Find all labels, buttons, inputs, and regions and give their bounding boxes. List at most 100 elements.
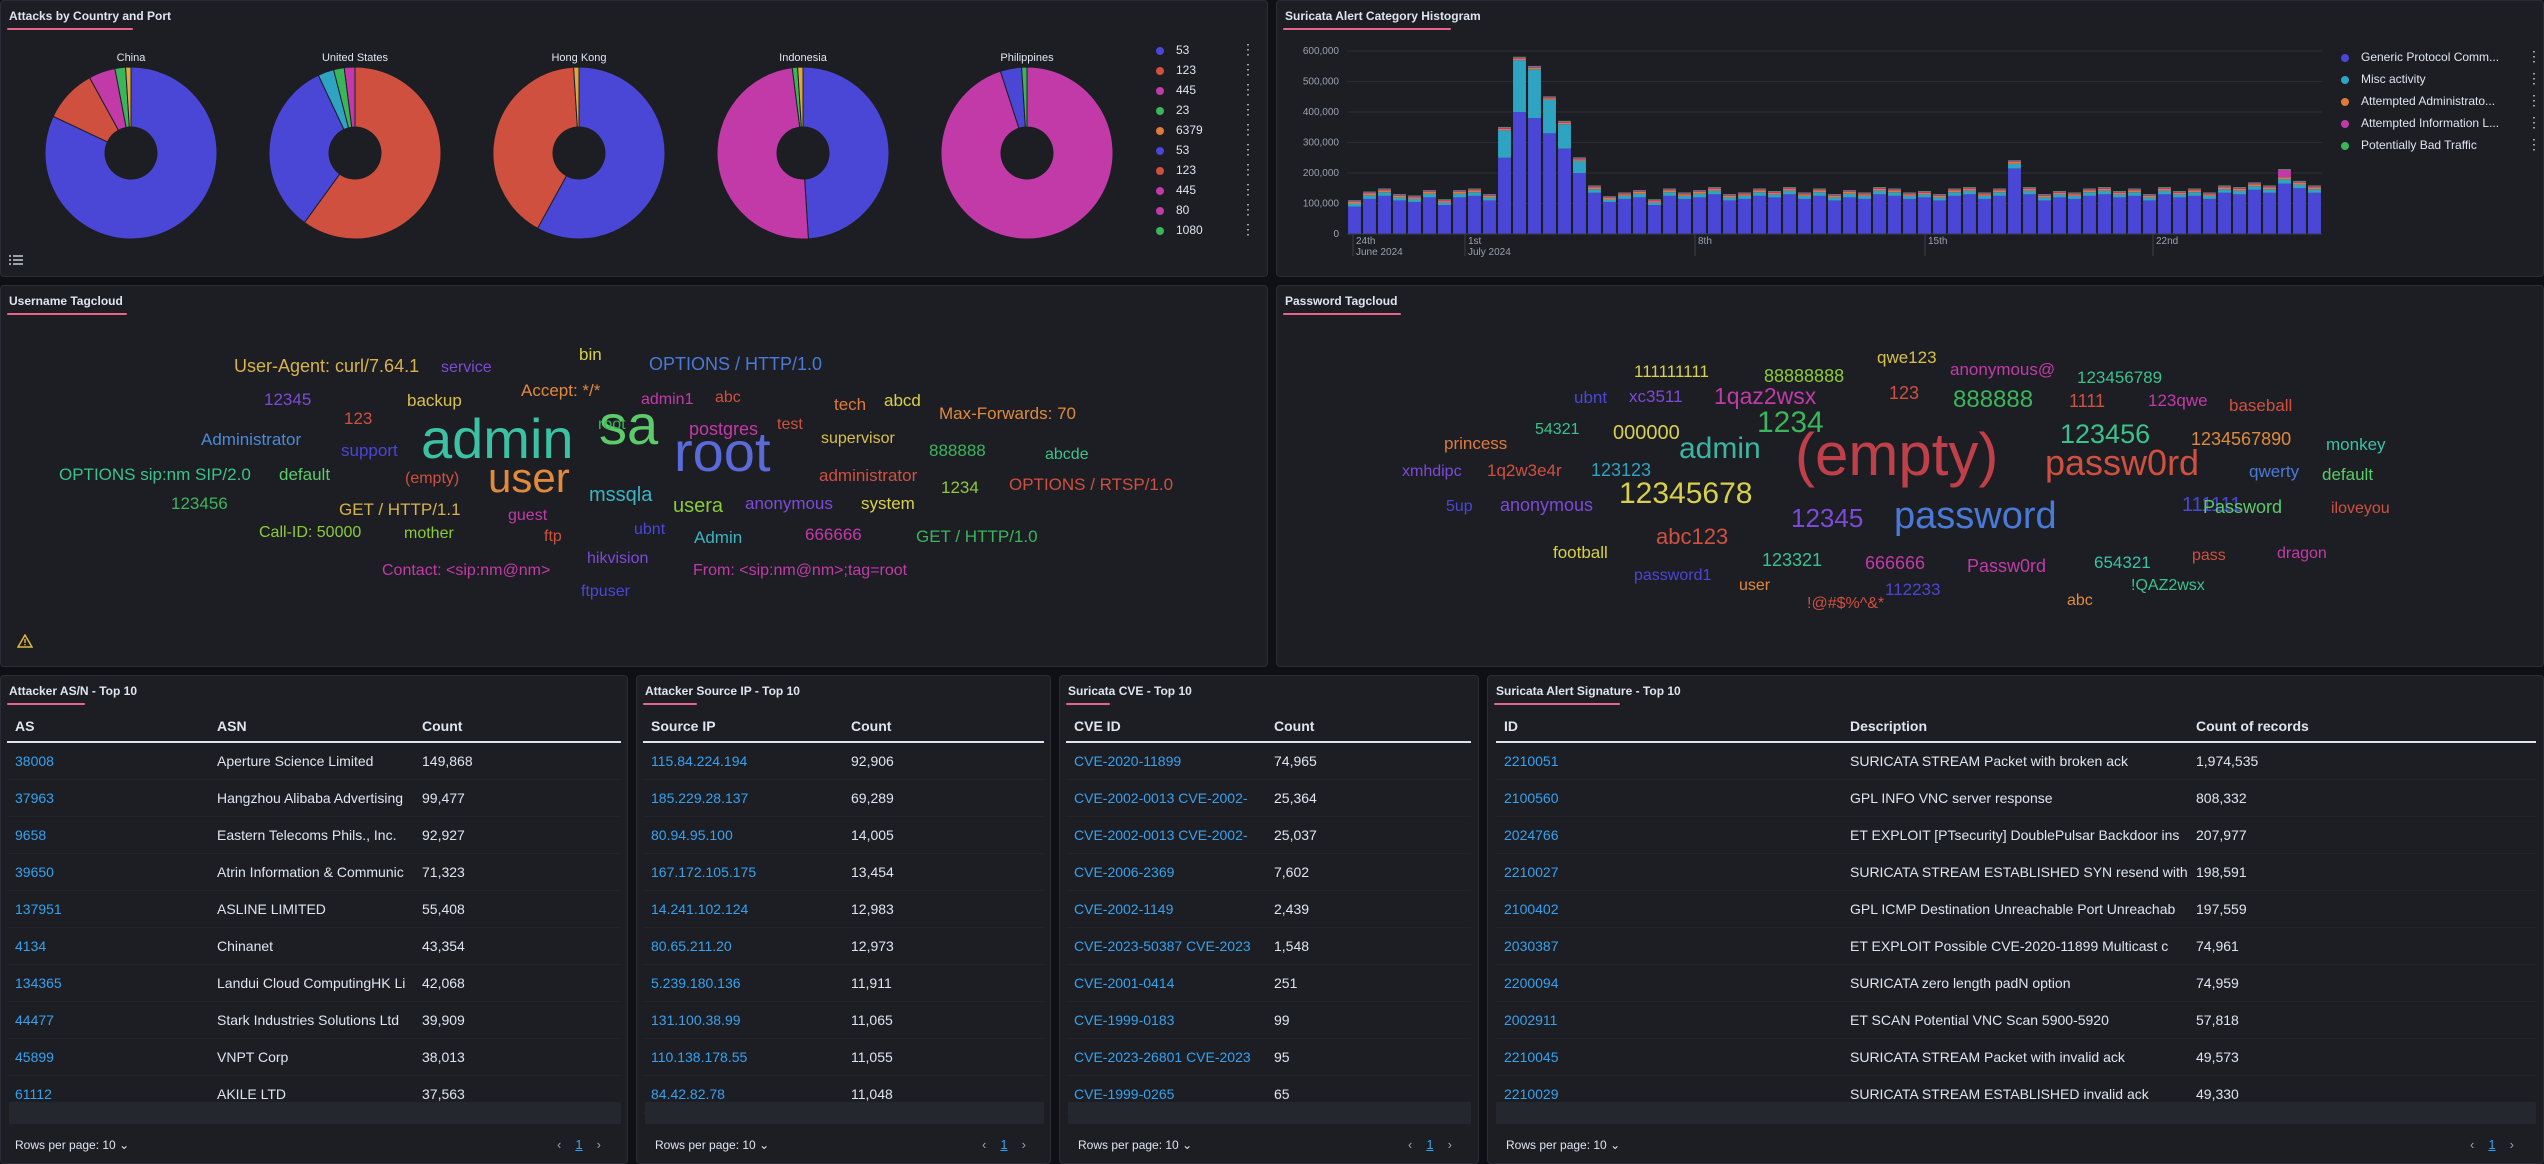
next-page-icon[interactable]: › bbox=[1022, 1137, 1026, 1152]
prev-page-icon[interactable]: ‹ bbox=[2470, 1137, 2474, 1152]
histogram-bar[interactable] bbox=[1843, 190, 1856, 192]
tag-word[interactable]: monkey bbox=[2326, 436, 2386, 453]
tag-word[interactable]: mssqla bbox=[589, 485, 652, 505]
histogram-bar[interactable] bbox=[2308, 192, 2321, 234]
table-cell-link[interactable]: CVE-2002-0013 CVE-2002- bbox=[1066, 816, 1266, 854]
histogram-bar[interactable] bbox=[2203, 195, 2216, 199]
histogram-bar[interactable] bbox=[1678, 195, 1691, 199]
histogram-bar[interactable] bbox=[1933, 194, 1946, 195]
tag-word[interactable]: guest bbox=[508, 508, 547, 524]
histogram-bar[interactable] bbox=[2293, 188, 2306, 234]
histogram-bar[interactable] bbox=[1423, 191, 1436, 194]
histogram-bar[interactable] bbox=[2068, 198, 2081, 234]
tag-word[interactable]: root bbox=[674, 424, 771, 480]
tag-word[interactable]: password1 bbox=[1634, 568, 1711, 584]
table-cell-link[interactable]: CVE-2006-2369 bbox=[1066, 853, 1266, 891]
histogram-bar[interactable] bbox=[1723, 200, 1736, 234]
tag-word[interactable]: 1234567890 bbox=[2191, 430, 2291, 448]
histogram-bar[interactable] bbox=[1498, 127, 1511, 129]
table-cell-link[interactable]: 4134 bbox=[7, 927, 209, 965]
tag-word[interactable]: 1234 bbox=[941, 479, 979, 496]
histogram-bar[interactable] bbox=[1528, 67, 1541, 70]
histogram-bar[interactable] bbox=[2128, 189, 2141, 191]
histogram-bar[interactable] bbox=[1873, 187, 1886, 188]
histogram-bar[interactable] bbox=[1993, 195, 2006, 235]
histogram-bar[interactable] bbox=[1393, 194, 1406, 196]
histogram-bar[interactable] bbox=[1348, 201, 1361, 204]
histogram-bar[interactable] bbox=[1963, 194, 1976, 234]
tag-word[interactable]: test bbox=[777, 417, 803, 433]
histogram-bar[interactable] bbox=[1678, 198, 1691, 234]
histogram-bar[interactable] bbox=[1903, 193, 1916, 195]
histogram-bar[interactable] bbox=[1438, 199, 1451, 200]
legend-item[interactable]: Attempted Information L... ⋮ bbox=[2341, 114, 2541, 134]
histogram-bar[interactable] bbox=[2113, 191, 2126, 192]
histogram-bar[interactable] bbox=[1438, 199, 1451, 202]
histogram-bar[interactable] bbox=[1648, 201, 1661, 203]
rows-per-page-select[interactable]: Rows per page: 10 ⌄ bbox=[15, 1138, 129, 1152]
histogram-bar[interactable] bbox=[1843, 190, 1856, 191]
histogram-bar[interactable] bbox=[2233, 194, 2246, 234]
histogram-bar[interactable] bbox=[1843, 193, 1856, 198]
histogram-bar[interactable] bbox=[1723, 195, 1736, 198]
histogram-bar[interactable] bbox=[1948, 190, 1961, 193]
histogram-bar[interactable] bbox=[1618, 194, 1631, 196]
histogram-bar[interactable] bbox=[1573, 173, 1586, 234]
histogram-bar[interactable] bbox=[1933, 194, 1946, 196]
histogram-bar[interactable] bbox=[1948, 189, 1961, 191]
histogram-bar[interactable] bbox=[1633, 190, 1646, 192]
tag-word[interactable]: Contact: <sip:nm@nm> bbox=[382, 563, 550, 579]
histogram-bar[interactable] bbox=[2038, 200, 2051, 234]
histogram-bar[interactable] bbox=[1783, 190, 1796, 195]
rows-per-page-select[interactable]: Rows per page: 10 ⌄ bbox=[1078, 1138, 1192, 1152]
histogram-bar[interactable] bbox=[1363, 195, 1376, 199]
histogram-bar[interactable] bbox=[2128, 195, 2141, 235]
histogram-bar[interactable] bbox=[1903, 192, 1916, 194]
histogram-bar[interactable] bbox=[1678, 194, 1691, 196]
vertical-dots-icon[interactable]: ⋮ bbox=[1241, 161, 1255, 178]
tag-word[interactable]: user bbox=[488, 457, 570, 499]
histogram-bar[interactable] bbox=[1723, 194, 1736, 195]
histogram-bar[interactable] bbox=[1873, 194, 1886, 234]
tag-word[interactable]: bin bbox=[579, 346, 602, 363]
histogram-bar[interactable] bbox=[2158, 194, 2171, 234]
histogram-bar[interactable] bbox=[1993, 189, 2006, 191]
histogram-bar[interactable] bbox=[1393, 197, 1406, 201]
histogram-bar[interactable] bbox=[1378, 192, 1391, 196]
histogram-bar[interactable] bbox=[2128, 192, 2141, 196]
histogram-bar[interactable] bbox=[1708, 188, 1721, 191]
legend-item[interactable]: Potentially Bad Traffic ⋮ bbox=[2341, 136, 2541, 156]
histogram-bar[interactable] bbox=[2248, 183, 2261, 185]
histogram-bar[interactable] bbox=[1408, 197, 1421, 199]
histogram-bar[interactable] bbox=[1423, 190, 1436, 191]
histogram-bar[interactable] bbox=[1813, 188, 1826, 190]
histogram-bar[interactable] bbox=[1453, 193, 1466, 198]
histogram-bar[interactable] bbox=[1498, 128, 1511, 131]
histogram-bar[interactable] bbox=[1588, 189, 1601, 193]
histogram-bar[interactable] bbox=[1783, 187, 1796, 188]
histogram-bar[interactable] bbox=[1918, 194, 1931, 198]
column-header[interactable]: Count bbox=[843, 711, 1044, 743]
tag-word[interactable]: 111111111 bbox=[1634, 363, 1709, 380]
table-cell-link[interactable]: 5.239.180.136 bbox=[643, 964, 843, 1002]
rows-per-page-select[interactable]: Rows per page: 10 ⌄ bbox=[1506, 1138, 1620, 1152]
histogram-bar[interactable] bbox=[1978, 198, 1991, 234]
tag-word[interactable]: 112233 bbox=[1885, 581, 1940, 598]
table-cell-link[interactable]: 2210051 bbox=[1496, 742, 1842, 780]
histogram-bar[interactable] bbox=[1603, 198, 1616, 200]
histogram-bar[interactable] bbox=[1993, 190, 2006, 193]
histogram-bar[interactable] bbox=[2278, 177, 2291, 180]
tag-word[interactable]: princess bbox=[1444, 435, 1507, 452]
tag-word[interactable]: 123qwe bbox=[2148, 392, 2208, 409]
table-cell-link[interactable]: 134365 bbox=[7, 964, 209, 1002]
histogram-bar[interactable] bbox=[1708, 187, 1721, 189]
histogram-bar[interactable] bbox=[2188, 195, 2201, 235]
histogram-bar[interactable] bbox=[2023, 190, 2036, 195]
histogram-bar[interactable] bbox=[1528, 69, 1541, 119]
histogram-bar[interactable] bbox=[2113, 194, 2126, 198]
histogram-bar[interactable] bbox=[1513, 56, 1526, 58]
column-header[interactable]: Count bbox=[1266, 711, 1471, 743]
histogram-bar[interactable] bbox=[1483, 197, 1496, 201]
histogram-bar[interactable] bbox=[2158, 187, 2171, 189]
table-cell-link[interactable]: CVE-2002-1149 bbox=[1066, 890, 1266, 928]
